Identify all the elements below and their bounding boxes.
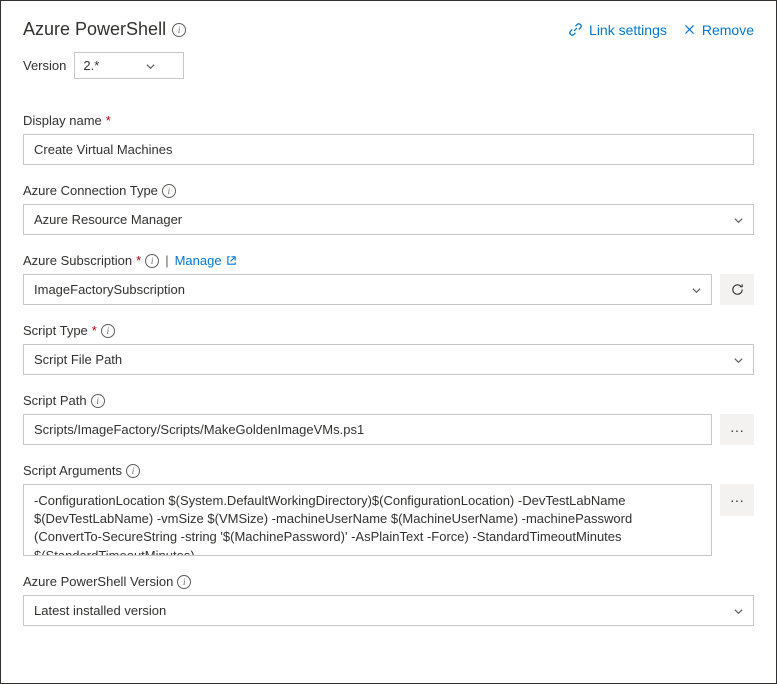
browse-button[interactable]: ··· bbox=[720, 414, 754, 445]
info-icon[interactable]: i bbox=[126, 464, 140, 478]
info-icon[interactable]: i bbox=[177, 575, 191, 589]
chevron-down-icon bbox=[733, 355, 743, 365]
info-icon[interactable]: i bbox=[91, 394, 105, 408]
external-link-icon bbox=[226, 255, 237, 266]
connection-type-label: Azure Connection Type bbox=[23, 183, 158, 198]
field-script-path: Script Path i ··· bbox=[23, 393, 754, 445]
script-type-value: Script File Path bbox=[34, 352, 122, 367]
version-value: 2.* bbox=[83, 58, 99, 73]
display-name-input[interactable] bbox=[23, 134, 754, 165]
ps-version-label-row: Azure PowerShell Version i bbox=[23, 574, 754, 589]
script-path-input[interactable] bbox=[23, 414, 712, 445]
chevron-down-icon bbox=[145, 61, 155, 71]
chevron-down-icon bbox=[733, 215, 743, 225]
subscription-select[interactable]: ImageFactorySubscription bbox=[23, 274, 712, 305]
manage-link[interactable]: Manage bbox=[175, 253, 237, 268]
header: Azure PowerShell i Link settings Remove bbox=[23, 19, 754, 40]
version-label: Version bbox=[23, 58, 66, 73]
version-row: Version 2.* bbox=[23, 52, 754, 79]
field-connection-type: Azure Connection Type i Azure Resource M… bbox=[23, 183, 754, 235]
page-title: Azure PowerShell bbox=[23, 19, 166, 40]
title-row: Azure PowerShell i bbox=[23, 19, 186, 40]
field-ps-version: Azure PowerShell Version i Latest instal… bbox=[23, 574, 754, 626]
field-script-type: Script Type * i Script File Path bbox=[23, 323, 754, 375]
script-path-label-row: Script Path i bbox=[23, 393, 754, 408]
ps-version-select[interactable]: Latest installed version bbox=[23, 595, 754, 626]
info-icon[interactable]: i bbox=[172, 23, 186, 37]
close-icon bbox=[683, 23, 696, 36]
script-arguments-input[interactable] bbox=[23, 484, 712, 556]
divider: | bbox=[165, 253, 168, 268]
display-name-label-row: Display name * bbox=[23, 113, 754, 128]
info-icon[interactable]: i bbox=[162, 184, 176, 198]
remove-button[interactable]: Remove bbox=[683, 22, 754, 38]
header-actions: Link settings Remove bbox=[568, 22, 754, 38]
ps-version-label: Azure PowerShell Version bbox=[23, 574, 173, 589]
script-arguments-label-row: Script Arguments i bbox=[23, 463, 754, 478]
required-marker: * bbox=[106, 113, 111, 128]
link-settings-label: Link settings bbox=[589, 22, 667, 38]
version-select[interactable]: 2.* bbox=[74, 52, 184, 79]
chevron-down-icon bbox=[691, 285, 701, 295]
connection-type-label-row: Azure Connection Type i bbox=[23, 183, 754, 198]
info-icon[interactable]: i bbox=[101, 324, 115, 338]
field-script-arguments: Script Arguments i ··· bbox=[23, 463, 754, 556]
ellipsis-icon: ··· bbox=[730, 492, 744, 508]
script-arguments-label: Script Arguments bbox=[23, 463, 122, 478]
ellipsis-icon: ··· bbox=[730, 422, 744, 438]
link-settings-button[interactable]: Link settings bbox=[568, 22, 667, 38]
browse-button[interactable]: ··· bbox=[720, 484, 754, 516]
field-display-name: Display name * bbox=[23, 113, 754, 165]
manage-label: Manage bbox=[175, 253, 222, 268]
subscription-value: ImageFactorySubscription bbox=[34, 282, 185, 297]
required-marker: * bbox=[92, 323, 97, 338]
script-type-label-row: Script Type * i bbox=[23, 323, 754, 338]
subscription-label-row: Azure Subscription * i | Manage bbox=[23, 253, 754, 268]
info-icon[interactable]: i bbox=[145, 254, 159, 268]
chevron-down-icon bbox=[733, 606, 743, 616]
refresh-icon bbox=[730, 282, 745, 297]
ps-version-value: Latest installed version bbox=[34, 603, 166, 618]
connection-type-select[interactable]: Azure Resource Manager bbox=[23, 204, 754, 235]
remove-label: Remove bbox=[702, 22, 754, 38]
connection-type-value: Azure Resource Manager bbox=[34, 212, 182, 227]
field-subscription: Azure Subscription * i | Manage ImageFac… bbox=[23, 253, 754, 305]
display-name-label: Display name bbox=[23, 113, 102, 128]
script-type-select[interactable]: Script File Path bbox=[23, 344, 754, 375]
subscription-label: Azure Subscription bbox=[23, 253, 132, 268]
required-marker: * bbox=[136, 253, 141, 268]
script-path-label: Script Path bbox=[23, 393, 87, 408]
script-type-label: Script Type bbox=[23, 323, 88, 338]
link-icon bbox=[568, 22, 583, 37]
refresh-button[interactable] bbox=[720, 274, 754, 305]
